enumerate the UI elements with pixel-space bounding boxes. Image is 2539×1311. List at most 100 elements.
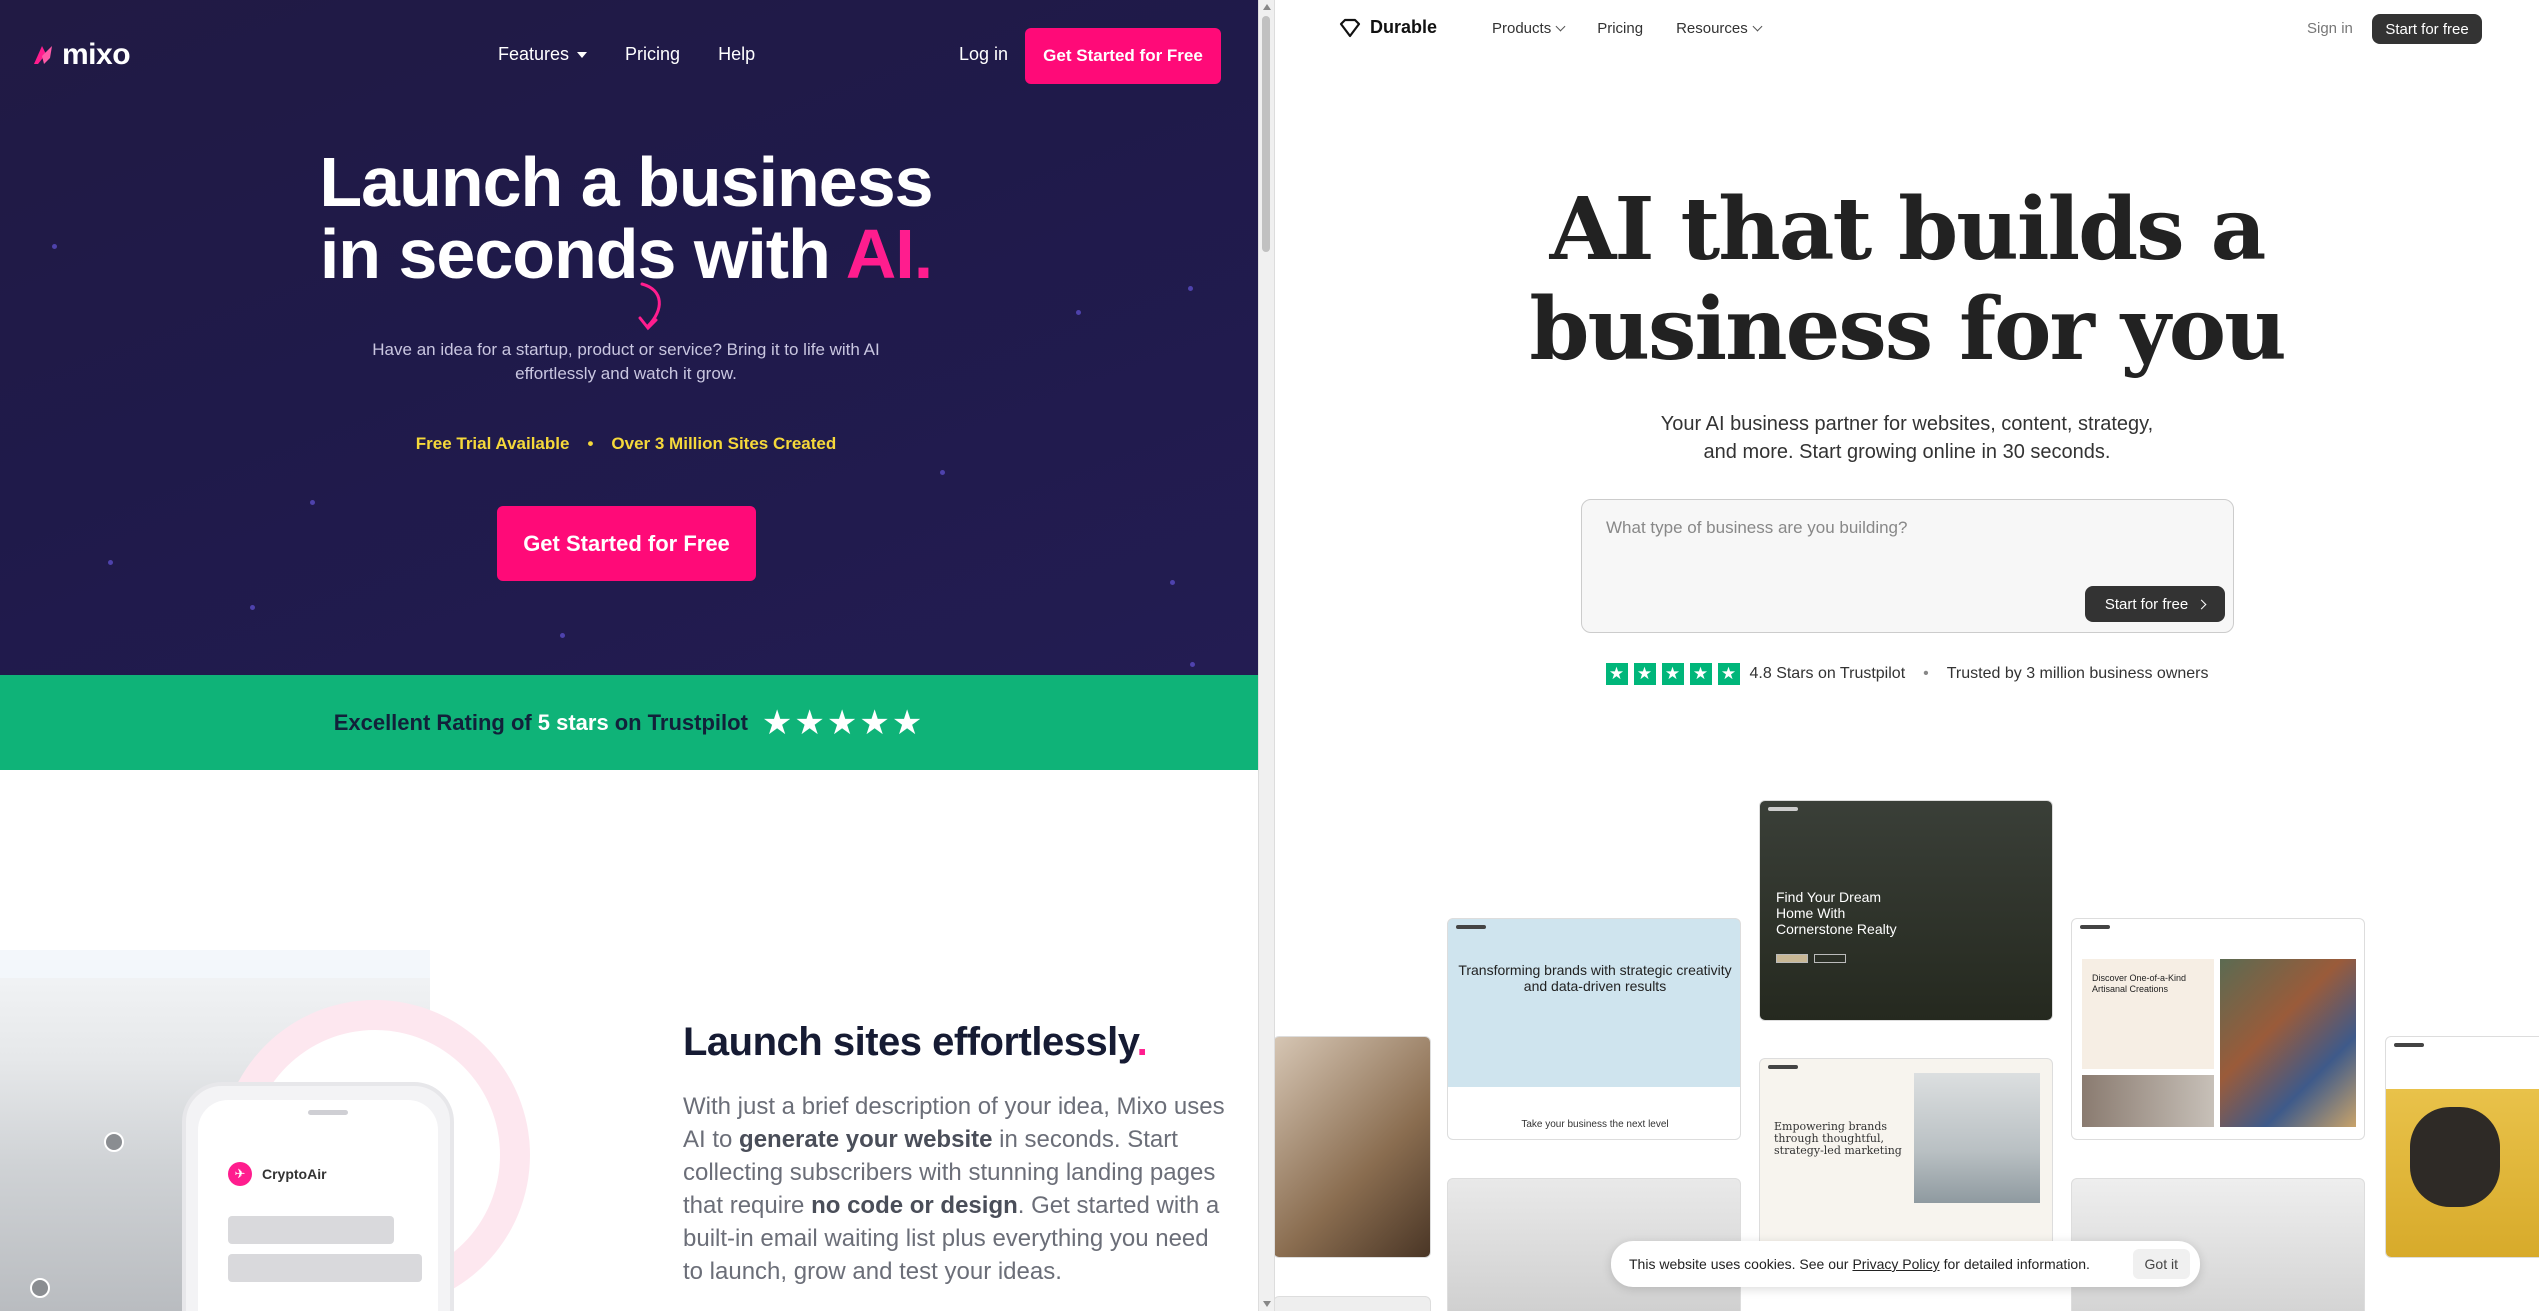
start-free-submit-button[interactable]: Start for free [2085,586,2225,622]
mixo-logo[interactable]: mixo [30,38,131,72]
headline-line2: in seconds with [319,215,846,293]
shop-image [2082,1075,2214,1127]
thumb-title: Empowering brands through thoughtful, st… [1774,1120,1902,1157]
scrollbar-thumb[interactable] [1262,16,1270,252]
business-prompt-box[interactable]: What type of business are you building? … [1581,499,2234,633]
trust-text-post: on Trustpilot [614,709,748,735]
phone-brand-name: CryptoAir [262,1166,327,1182]
thumb-footer: Take your business the next level [1448,1087,1740,1139]
section-title-text: Launch sites effortlessly [683,1020,1137,1064]
example-site-thumbnail[interactable]: Transforming brands with strategic creat… [1447,918,1741,1140]
headline-period: . [913,215,933,293]
star-decoration [940,470,945,475]
people-photo [1914,1073,2040,1203]
map-pin-icon [30,1278,50,1298]
get-started-top-button[interactable]: Get Started for Free [1025,28,1221,84]
trust-text-pre: Excellent Rating of [333,709,532,735]
thumb-title: Find Your Dream Home With Cornerstone Re… [1776,889,1897,937]
star-decoration [560,633,565,638]
trustpilot-star-icon: ★ [1661,663,1684,685]
caret-down-icon [577,51,588,58]
nav-resources[interactable]: Resources [1676,20,1763,37]
mixo-logo-icon [34,46,52,64]
placeholder-bar [228,1254,422,1282]
nav-pricing[interactable]: Pricing [625,44,680,65]
nav-pricing[interactable]: Pricing [1597,20,1643,37]
scrollbar[interactable] [1258,0,1274,1311]
star-decoration [1076,310,1081,315]
subtitle-line1: Your AI business partner for websites, c… [1660,413,2154,435]
scroll-up-icon[interactable] [1263,4,1271,10]
nav-products[interactable]: Products [1492,20,1566,37]
nav-resources-label: Resources [1676,20,1748,37]
trustpilot-star-icon: ★ [1633,663,1656,685]
thumb-header [2080,925,2110,929]
section-paragraph: With just a brief description of your id… [683,1090,1233,1288]
star-decoration [250,605,255,610]
durable-subtitle: Your AI business partner for websites, c… [1275,410,2539,466]
hero-subtitle: Have an idea for a startup, product or s… [372,340,880,383]
example-site-thumbnail[interactable]: Discover One-of-a-Kind Artisanal Creatio… [2071,918,2365,1140]
dog-face [2410,1107,2500,1207]
scroll-down-icon[interactable] [1263,1301,1271,1307]
star-decoration [108,560,113,565]
chevron-down-icon [1555,21,1566,32]
get-started-main-button[interactable]: Get Started for Free [497,506,756,581]
example-site-thumbnail[interactable] [2385,1036,2539,1258]
hero-headline: Launch a business in seconds with AI. [0,146,1252,290]
business-input[interactable]: What type of business are you building? [1606,518,1907,538]
chevron-down-icon [1752,21,1763,32]
rating-stars-icon: ★★★★★ [761,703,925,742]
phone-screen: ✈ CryptoAir [198,1100,438,1311]
diamond-icon [1339,18,1361,37]
curly-arrow-icon [638,282,661,331]
mixo-logo-text: mixo [62,38,131,71]
thumb-button [1776,954,1808,963]
example-site-thumbnail[interactable] [1275,1296,1431,1311]
cookie-text: This website uses cookies. See our [1629,1256,1849,1272]
mixo-page: mixo Features Pricing Help Log in Get St… [0,0,1258,1311]
login-link[interactable]: Log in [959,44,1008,65]
start-free-top-button[interactable]: Start for free [2372,14,2482,44]
example-site-thumbnail[interactable]: Empowering brands through thoughtful, st… [1759,1058,2053,1258]
map-pin-icon [104,1132,124,1152]
star-decoration [310,500,315,505]
thumb-title: Discover One-of-a-Kind Artisanal Creatio… [2092,973,2187,994]
durable-headline: AI that builds a business for you [1275,180,2539,380]
phone-mockup: ✈ CryptoAir [182,1082,454,1311]
mixo-nav: Features Pricing Help [498,44,755,65]
star-decoration [1170,580,1175,585]
thumb-header [1768,807,1798,811]
nav-products-label: Products [1492,20,1552,37]
nav-help[interactable]: Help [718,44,755,65]
cookie-accept-button[interactable]: Got it [2132,1249,2190,1279]
thumb-title: Transforming brands with strategic creat… [1458,962,1732,994]
trustpilot-star-icon: ★ [1689,663,1712,685]
thumb-header [2394,1043,2424,1047]
rating-separator: • [1923,665,1929,682]
pottery-image [2220,959,2356,1127]
section-title-dot: . [1136,1020,1148,1064]
badge-sites-created: Over 3 Million Sites Created [611,434,837,453]
trustpilot-banner: Excellent Rating of 5 stars on Trustpilo… [0,675,1258,770]
headline-line1: Launch a business [319,143,933,221]
trustpilot-star-icon: ★ [1717,663,1740,685]
privacy-policy-link[interactable]: Privacy Policy [1852,1256,1939,1272]
signin-link[interactable]: Sign in [2307,20,2353,37]
nav-features[interactable]: Features [498,44,588,65]
trust-highlight: 5 stars [537,709,609,735]
nav-features-label: Features [498,44,570,64]
hero-badges: Free Trial Available • Over 3 Million Site… [0,434,1252,454]
example-site-thumbnail[interactable] [1275,1036,1431,1258]
rating-text: 4.8 Stars on Trustpilot [1749,665,1906,682]
thumb-header [1768,1065,1798,1069]
badge-free-trial: Free Trial Available [415,434,570,453]
cookie-banner: This website uses cookies. See our Priva… [1611,1241,2200,1287]
durable-logo-text: Durable [1370,17,1438,37]
durable-logo[interactable]: Durable [1338,17,1437,38]
headline-ai: AI [845,215,915,293]
trust-row: ★ ★ ★ ★ ★ 4.8 Stars on Trustpilot • Trus… [1275,663,2539,685]
trusted-text: Trusted by 3 million business owners [1946,665,2209,682]
plane-icon: ✈ [228,1162,252,1186]
example-site-thumbnail[interactable]: Find Your Dream Home With Cornerstone Re… [1759,800,2053,1021]
